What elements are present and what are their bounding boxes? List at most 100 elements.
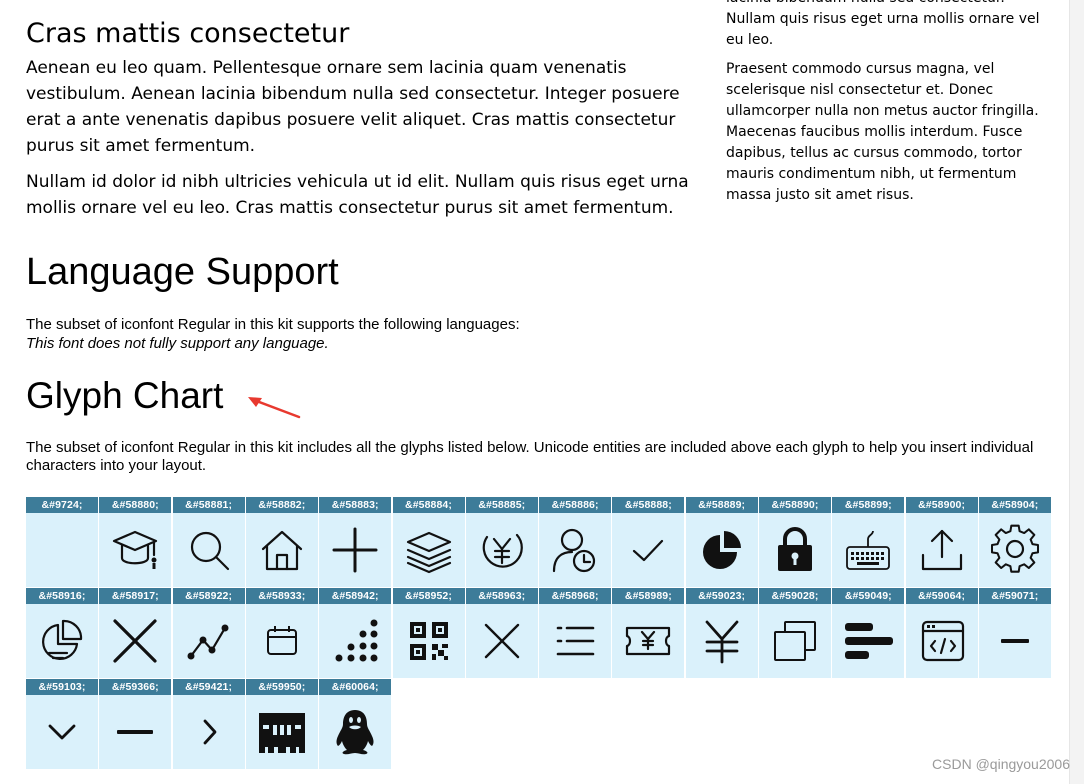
glyph-code: &#58890; [759, 497, 831, 513]
side-paragraph-1: Praesent commodo cursus magna, vel scele… [726, 61, 1039, 203]
glyph-cell: &#59071; [978, 588, 1051, 678]
glyph-cell: &#58884; [392, 497, 465, 587]
glyph-code: &#58933; [245, 588, 318, 604]
glyph-code: &#59064; [905, 588, 978, 604]
plus-icon [319, 513, 391, 587]
cras-paragraph-1: Aenean eu leo quam. Pellentesque ornare … [26, 58, 680, 156]
glyph-code: &#58880; [99, 497, 172, 513]
glyph-code: &#58881; [172, 497, 245, 513]
glyph-code: &#59421; [172, 679, 245, 695]
check-icon [612, 513, 684, 587]
glyph-code: &#58904; [978, 497, 1051, 513]
glyph-cell: &#58968; [539, 588, 612, 678]
keyboard-icon [832, 513, 904, 587]
glyph-cell: &#58922; [172, 588, 245, 678]
search-icon [173, 513, 245, 587]
glyph-cell: &#58900; [905, 497, 978, 587]
glyph-cell: &#58952; [392, 588, 465, 678]
glyph-code: &#9724; [26, 497, 98, 513]
scatter-icon [319, 604, 391, 678]
copy-icon [759, 604, 831, 678]
list-icon [539, 604, 611, 678]
glyph-code: &#58900; [905, 497, 978, 513]
chevron-right-icon [173, 695, 245, 769]
glyph-cell: &#59366; [99, 679, 172, 769]
side-column: lacinia bibendum nulla sed consectetur. … [726, 0, 1056, 214]
glyph-code: &#59049; [832, 588, 905, 604]
upload-icon [906, 513, 978, 587]
glyph-cell: &#9724; [26, 497, 98, 587]
penguin-icon [319, 695, 391, 769]
scrollbar[interactable] [1069, 0, 1084, 784]
glyph-code: &#59028; [759, 588, 831, 604]
lock-icon [759, 513, 831, 587]
glyph-code: &#58916; [26, 588, 98, 604]
yen-icon [686, 604, 758, 678]
blank-icon [26, 513, 98, 587]
cras-heading: Cras mattis consectetur [26, 18, 350, 49]
glyph-cell: &#58882; [245, 497, 318, 587]
minus-icon [99, 695, 171, 769]
glyph-cell: &#58890; [759, 497, 831, 587]
glyph-code: &#58952; [392, 588, 465, 604]
glyph-code: &#59023; [685, 588, 758, 604]
glyph-code: &#58989; [612, 588, 685, 604]
glyph-cell: &#58885; [465, 497, 538, 587]
glyph-chart-description: The subset of iconfont Regular in this k… [26, 439, 1034, 474]
glyph-code: &#59950; [245, 679, 318, 695]
layers-icon [393, 513, 465, 587]
minus-small-icon [979, 604, 1051, 678]
glyph-cell: &#58888; [612, 497, 685, 587]
glyph-code: &#58884; [392, 497, 465, 513]
language-support-heading: Language Support [26, 251, 339, 293]
glyph-cell: &#58889; [685, 497, 758, 587]
glyph-cell: &#58899; [832, 497, 905, 587]
bar-align-left-icon [832, 604, 904, 678]
glyph-code: &#58883; [319, 497, 392, 513]
yen-circle-icon [466, 513, 538, 587]
graduation-cap-icon [99, 513, 171, 587]
glyph-cell: &#58904; [978, 497, 1051, 587]
glyph-code: &#59103; [26, 679, 98, 695]
side-paragraph-0: Nullam quis risus eget urna mollis ornar… [726, 11, 1040, 48]
glyph-cell: &#59950; [245, 679, 318, 769]
ticket-yen-icon [612, 604, 684, 678]
home-icon [246, 513, 318, 587]
close-large-icon [99, 604, 171, 678]
glyph-cell: &#59049; [832, 588, 905, 678]
watermark: CSDN @qingyou2006 [932, 756, 1070, 772]
code-window-icon [906, 604, 978, 678]
glyph-cell: &#58989; [612, 588, 685, 678]
gear-icon [979, 513, 1051, 587]
glyph-code: &#59366; [99, 679, 172, 695]
glyph-cell: &#58881; [172, 497, 245, 587]
glyph-cell: &#60064; [319, 679, 392, 769]
glyph-code: &#58917; [99, 588, 172, 604]
glyph-code: &#58889; [685, 497, 758, 513]
glyph-cell: &#59064; [905, 588, 978, 678]
glyph-cell: &#58963; [465, 588, 538, 678]
glyph-cell: &#59103; [26, 679, 98, 769]
side-paragraph-0-partial: lacinia bibendum nulla sed consectetur. [726, 0, 1056, 9]
pie-outline-icon [26, 604, 98, 678]
glyph-cell: &#58917; [99, 588, 172, 678]
glyph-code: &#58942; [319, 588, 392, 604]
glyph-cell: &#58880; [99, 497, 172, 587]
glyph-code: &#58882; [245, 497, 318, 513]
red-arrow-annotation [248, 397, 301, 419]
cras-paragraph-2: Nullam id dolor id nibh ultricies vehicu… [26, 172, 689, 218]
qr-code-icon [393, 604, 465, 678]
pie-chart-icon [686, 513, 758, 587]
glyph-cell: &#59023; [685, 588, 758, 678]
glyph-code: &#58888; [612, 497, 685, 513]
close-icon [466, 604, 538, 678]
language-note: This font does not fully support any lan… [26, 335, 329, 352]
language-description: The subset of iconfont Regular in this k… [26, 316, 520, 333]
glyph-code: &#58922; [172, 588, 245, 604]
glyph-cell: &#58942; [319, 588, 392, 678]
glyph-code: &#58899; [832, 497, 905, 513]
glyph-code: &#60064; [319, 679, 392, 695]
glyph-code: &#58886; [539, 497, 612, 513]
glyph-cell: &#58933; [245, 588, 318, 678]
glyph-cell: &#58883; [319, 497, 392, 587]
